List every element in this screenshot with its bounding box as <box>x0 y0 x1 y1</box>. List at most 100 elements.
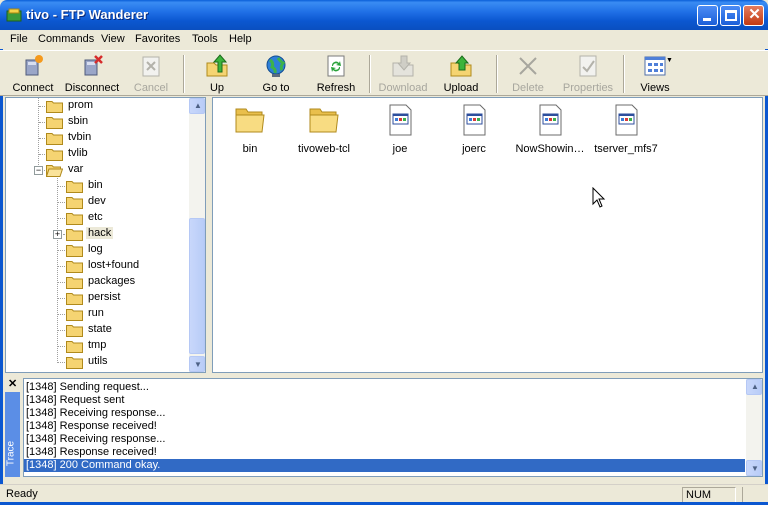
scroll-down-arrow[interactable]: ▼ <box>746 460 762 476</box>
scroll-up-arrow[interactable]: ▲ <box>189 98 205 114</box>
status-text: Ready <box>6 488 38 500</box>
tree-item-label: hack <box>86 227 114 239</box>
close-button[interactable]: ✕ <box>743 5 764 26</box>
menu-view[interactable]: View <box>101 33 125 45</box>
tree-item-label: state <box>88 323 112 335</box>
scroll-thumb[interactable] <box>189 218 205 354</box>
connect-button[interactable]: Connect <box>6 53 60 95</box>
file-item-joe[interactable]: joe <box>363 104 437 155</box>
tree-item-label: sbin <box>68 115 89 127</box>
file-name: joe <box>392 143 408 155</box>
scroll-down-arrow[interactable]: ▼ <box>189 356 205 372</box>
log-line: [1348] Response received! <box>26 420 157 432</box>
trace-tab[interactable]: Trace <box>5 392 20 477</box>
disconnect-icon <box>84 55 103 76</box>
menu-tools[interactable]: Tools <box>192 33 218 45</box>
folder-icon <box>46 101 63 113</box>
cancel-icon <box>142 56 160 77</box>
resize-grip[interactable] <box>742 487 768 503</box>
download-button[interactable]: Download <box>376 53 430 95</box>
scroll-track[interactable] <box>746 395 762 458</box>
folder-icon <box>66 213 83 225</box>
file-item-tivoweb-tcl[interactable]: tivoweb-tcl <box>287 104 361 155</box>
goto-button[interactable]: Go to <box>254 53 298 95</box>
expand-toggle[interactable]: + <box>53 230 62 239</box>
tree-item-label: utils <box>88 355 108 367</box>
disconnect-button[interactable]: Disconnect <box>62 53 122 95</box>
file-item-joerc[interactable]: joerc <box>437 104 511 155</box>
folder-icon <box>66 309 83 321</box>
toolbar-separator <box>183 55 185 93</box>
menu-commands[interactable]: Commands <box>38 33 94 45</box>
folder-icon <box>66 261 83 273</box>
goto-label: Go to <box>262 82 290 94</box>
refresh-button[interactable]: Refresh <box>310 53 362 95</box>
views-label: Views <box>640 82 670 94</box>
menu-help[interactable]: Help <box>229 33 252 45</box>
tree-item-label: tmp <box>88 339 107 351</box>
collapse-toggle[interactable]: − <box>34 166 43 175</box>
file-name: tivoweb-tcl <box>298 143 350 155</box>
folder-icon <box>66 325 83 337</box>
download-label: Download <box>378 82 428 94</box>
cancel-button[interactable]: Cancel <box>126 53 176 95</box>
delete-button[interactable]: Delete <box>506 53 550 95</box>
tree-item-label: prom <box>68 99 94 111</box>
maximize-icon <box>725 10 737 21</box>
tree-line <box>38 98 39 171</box>
log-line: [1348] Response received! <box>26 446 157 458</box>
minimize-button[interactable] <box>697 5 718 26</box>
tree-item-label: run <box>88 307 104 319</box>
trace-panel: ✕ Trace [1348] Sending request... [1348]… <box>4 376 763 477</box>
tree-item-label: tvlib <box>68 147 88 159</box>
file-name: NowShowin… <box>515 143 585 155</box>
folder-icon <box>66 277 83 289</box>
file-item-nowshowing[interactable]: NowShowin… <box>513 104 587 155</box>
tree-item-label: persist <box>88 291 121 303</box>
log-line: [1348] Request sent <box>26 394 125 406</box>
tree-item-label: packages <box>88 275 136 287</box>
scroll-up-arrow[interactable]: ▲ <box>746 379 762 395</box>
folder-icon <box>66 357 83 369</box>
log-line: [1348] Receiving response... <box>26 433 166 445</box>
executable-icon <box>389 104 412 136</box>
views-icon <box>644 56 666 76</box>
connect-icon <box>25 55 43 76</box>
file-item-bin[interactable]: bin <box>213 104 287 155</box>
tree-line <box>57 178 58 363</box>
menu-file[interactable]: File <box>10 33 28 45</box>
close-icon: ✕ <box>748 6 761 23</box>
refresh-icon <box>327 55 345 77</box>
file-name: tserver_mfs7 <box>594 143 658 155</box>
properties-label: Properties <box>562 82 614 94</box>
folder-icon <box>46 117 63 129</box>
views-dropdown-icon[interactable]: ▼ <box>666 57 673 64</box>
tree-item-label: var <box>68 163 84 175</box>
window-frame-left <box>0 30 3 505</box>
tree-item-label: bin <box>88 179 103 191</box>
minimize-icon <box>703 18 711 21</box>
folder-icon <box>66 229 83 241</box>
file-list: bin tivoweb-tcl joe joerc NowShowin… tse… <box>212 97 763 373</box>
properties-icon <box>579 55 597 77</box>
executable-icon <box>539 104 562 136</box>
tree-scrollbar[interactable]: ▲ ▼ <box>189 98 205 372</box>
up-button[interactable]: Up <box>196 53 238 95</box>
folder-icon <box>66 181 83 193</box>
log-line-selected: [1348] 200 Command okay. <box>24 459 745 472</box>
trace-scrollbar[interactable]: ▲ ▼ <box>746 379 762 476</box>
properties-button[interactable]: Properties <box>560 53 616 95</box>
log-line: [1348] Receiving response... <box>26 407 166 419</box>
toolbar: Connect Disconnect Cancel Up Go to Refre… <box>0 50 768 96</box>
views-button[interactable]: ▼ Views <box>632 53 678 95</box>
folder-icon <box>309 108 339 133</box>
file-name: bin <box>242 143 258 155</box>
maximize-button[interactable] <box>720 5 741 26</box>
upload-button[interactable]: Upload <box>438 53 484 95</box>
toolbar-separator <box>623 55 625 93</box>
menu-favorites[interactable]: Favorites <box>135 33 180 45</box>
file-item-tserver-mfs7[interactable]: tserver_mfs7 <box>587 104 665 155</box>
upload-icon <box>450 55 472 77</box>
window-title: tivo - FTP Wanderer <box>26 7 149 22</box>
close-trace-icon[interactable]: ✕ <box>8 377 17 390</box>
